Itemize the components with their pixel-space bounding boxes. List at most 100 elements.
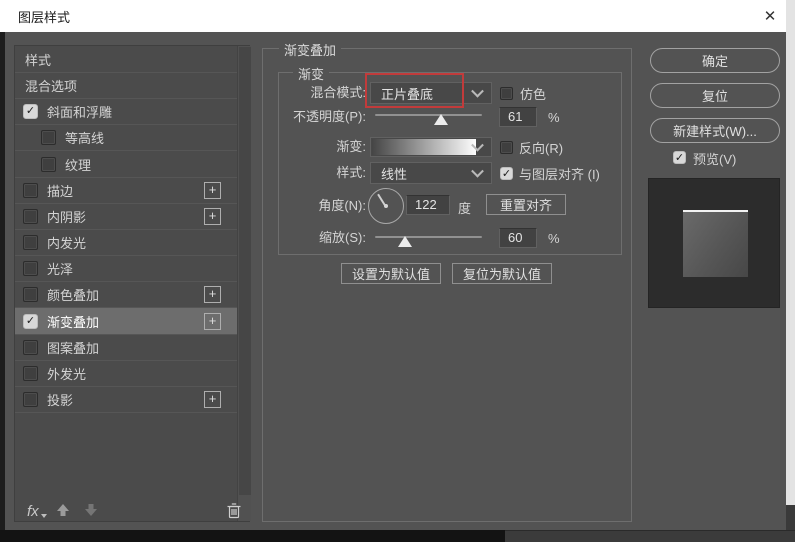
group-title: 渐变叠加 [279, 40, 342, 59]
ok-label: 确定 [701, 54, 728, 69]
dialog-title: 图层样式 [18, 9, 71, 25]
style-dropdown[interactable]: 线性 [370, 162, 492, 184]
ok-button[interactable]: 确定 [650, 48, 780, 73]
effect-checkbox[interactable] [23, 391, 38, 407]
sidebar-item-0[interactable]: 样式 [15, 46, 237, 73]
sidebar-item-12[interactable]: 外发光 [15, 360, 237, 387]
new-style-button[interactable]: 新建样式(W)... [650, 118, 780, 143]
add-instance-icon[interactable]: + [204, 182, 221, 199]
sidebar-item-label: 内发光 [47, 235, 87, 251]
angle-dial-center-dot [384, 204, 388, 208]
chevron-down-icon [471, 164, 484, 178]
effect-checkbox[interactable] [23, 339, 38, 355]
scale-slider-track[interactable] [375, 236, 482, 238]
reverse-checkbox[interactable] [500, 141, 513, 154]
opacity-unit: % [548, 110, 560, 125]
reset-alignment-button[interactable]: 重置对齐 [486, 194, 566, 215]
sidebar-item-label: 投影 [47, 392, 74, 408]
down-arrow-icon [85, 504, 97, 516]
dither-label: 仿色 [520, 87, 547, 102]
opacity-label: 不透明度(P): [293, 109, 366, 124]
background-panel-bottom [505, 530, 795, 542]
sidebar-item-label: 图案叠加 [47, 340, 100, 356]
sidebar-item-5[interactable]: 描边 + [15, 177, 237, 204]
close-button[interactable]: ✕ [754, 0, 786, 32]
gradient-picker[interactable] [370, 137, 492, 157]
reset-label: 复位 [701, 89, 728, 104]
sidebar-item-6[interactable]: 内阴影 + [15, 203, 237, 230]
sidebar-item-label: 渐变叠加 [47, 314, 100, 330]
move-effect-down-button[interactable] [83, 502, 99, 518]
sidebar-scrollbar-track[interactable] [237, 46, 251, 521]
effect-checkbox[interactable] [23, 260, 38, 276]
sidebar-item-label: 斜面和浮雕 [47, 104, 113, 120]
scale-label: 缩放(S): [319, 230, 366, 245]
background-canvas-bottom [0, 530, 505, 542]
angle-dial[interactable] [368, 188, 404, 224]
opacity-input[interactable]: 61 [499, 107, 537, 127]
effect-checkbox[interactable]: ✓ [23, 103, 38, 119]
style-label: 样式: [336, 165, 366, 180]
reset-default-label: 复位为默认值 [462, 267, 541, 282]
align-with-layer-checkbox[interactable]: ✓ [500, 167, 513, 180]
effect-checkbox[interactable]: ✓ [23, 313, 38, 329]
preview-checkbox[interactable]: ✓ [673, 151, 686, 164]
effect-checkbox[interactable] [23, 286, 38, 302]
dither-checkbox[interactable] [500, 87, 513, 100]
scale-slider-thumb[interactable] [398, 236, 412, 247]
sidebar-item-label: 光泽 [47, 261, 74, 277]
add-instance-icon[interactable]: + [204, 391, 221, 408]
reset-button[interactable]: 复位 [650, 83, 780, 108]
effect-checkbox[interactable] [41, 156, 56, 172]
sidebar-item-label: 样式 [25, 52, 52, 68]
delete-effect-button[interactable] [226, 502, 242, 519]
background-sliver-left [0, 32, 5, 530]
gradient-label: 渐变: [336, 139, 366, 154]
sidebar-item-3[interactable]: 等高线 [15, 124, 237, 151]
sidebar-item-10[interactable]: ✓ 渐变叠加 + [15, 308, 237, 335]
opacity-slider-thumb[interactable] [434, 114, 448, 125]
style-value: 线性 [381, 166, 408, 182]
angle-label: 角度(N): [318, 198, 366, 213]
new-style-label: 新建样式(W)... [673, 124, 757, 139]
sidebar-footer: fx [27, 503, 47, 520]
angle-input[interactable]: 122 [406, 195, 450, 215]
fx-menu-button[interactable]: fx [27, 503, 39, 520]
trash-icon [227, 503, 241, 519]
preview-gradient-square [683, 210, 748, 277]
effect-checkbox[interactable] [23, 365, 38, 381]
layer-style-dialog: 图层样式 ✕ 样式混合选项 ✓ 斜面和浮雕等高线 纹理 描边 + 内阴影 + 内发光光泽颜色叠加… [0, 0, 795, 542]
sidebar-item-2[interactable]: ✓ 斜面和浮雕 [15, 98, 237, 125]
sidebar-item-7[interactable]: 内发光 [15, 229, 237, 256]
sidebar-item-8[interactable]: 光泽 [15, 255, 237, 282]
sidebar-item-1[interactable]: 混合选项 [15, 72, 237, 99]
close-icon: ✕ [763, 8, 777, 25]
angle-unit: 度 [458, 201, 472, 216]
sidebar-item-13[interactable]: 投影 + [15, 386, 237, 413]
add-instance-icon[interactable]: + [204, 208, 221, 225]
sidebar-item-label: 外发光 [47, 366, 87, 382]
add-instance-icon[interactable]: + [204, 313, 221, 330]
sidebar-item-label: 颜色叠加 [47, 287, 100, 303]
blend-mode-dropdown[interactable]: 正片叠底 [370, 82, 492, 104]
effect-checkbox[interactable] [23, 234, 38, 250]
sidebar-item-4[interactable]: 纹理 [15, 151, 237, 178]
sidebar-item-label: 混合选项 [25, 78, 78, 94]
scale-value: 60 [508, 230, 523, 245]
styles-sidebar: 样式混合选项 ✓ 斜面和浮雕等高线 纹理 描边 + 内阴影 + 内发光光泽颜色叠加 + ✓ 渐变叠加 +… [14, 45, 251, 522]
subgroup-title: 渐变 [293, 64, 330, 83]
scale-input[interactable]: 60 [499, 228, 537, 248]
blend-mode-value: 正片叠底 [381, 86, 434, 102]
effect-checkbox[interactable] [23, 182, 38, 198]
blend-mode-label: 混合模式: [310, 85, 366, 100]
reset-default-button[interactable]: 复位为默认值 [452, 263, 552, 284]
add-instance-icon[interactable]: + [204, 286, 221, 303]
sidebar-item-11[interactable]: 图案叠加 [15, 334, 237, 361]
move-effect-up-button[interactable] [55, 502, 71, 518]
opacity-slider-track[interactable] [375, 114, 482, 116]
effect-checkbox[interactable] [41, 129, 56, 145]
opacity-value: 61 [508, 109, 523, 124]
set-default-button[interactable]: 设置为默认值 [341, 263, 441, 284]
sidebar-item-9[interactable]: 颜色叠加 + [15, 281, 237, 308]
effect-checkbox[interactable] [23, 208, 38, 224]
